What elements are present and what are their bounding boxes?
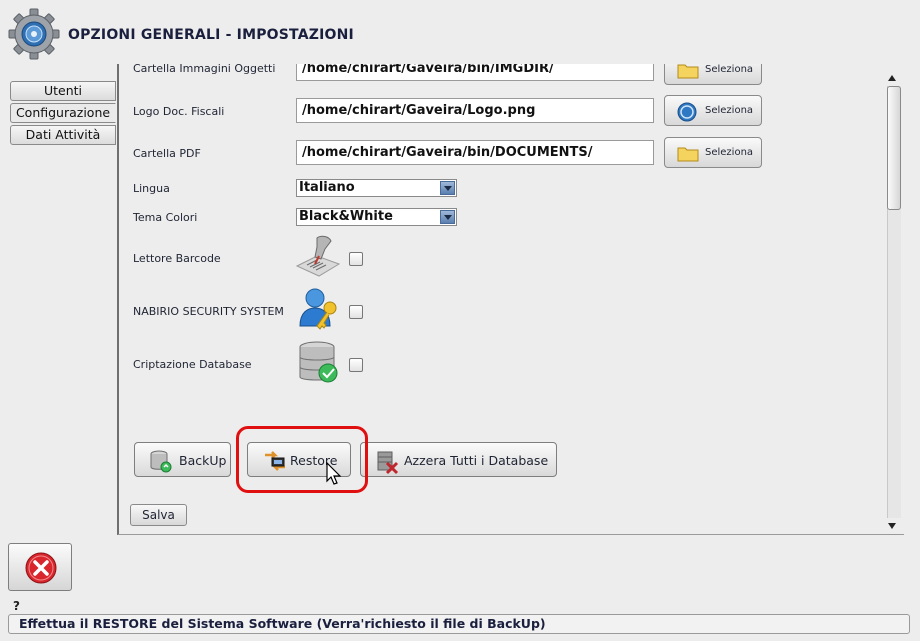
close-icon	[25, 552, 57, 587]
database-backup-icon	[149, 449, 173, 476]
select-button-label: Seleziona	[705, 64, 754, 75]
pdf-folder-field[interactable]: /home/chirart/Gaveira/bin/DOCUMENTS/	[296, 140, 654, 165]
theme-value: Black&White	[299, 209, 393, 224]
database-encryption-label: Criptazione Database	[133, 358, 252, 371]
tab-utenti[interactable]: Utenti	[10, 81, 116, 101]
pdf-folder-select-button[interactable]: Seleziona	[664, 137, 762, 168]
database-encryption-checkbox[interactable]	[349, 358, 363, 372]
barcode-reader-icon	[295, 234, 341, 281]
logo-path-field[interactable]: /home/chirart/Gaveira/Logo.png	[296, 98, 654, 123]
folder-icon	[677, 144, 699, 165]
images-folder-field[interactable]: /home/chirart/Gaveira/bin/IMGDIR/	[296, 64, 654, 81]
images-folder-select-button[interactable]: Seleziona	[664, 64, 762, 85]
help-marker: ?	[13, 599, 20, 613]
chevron-down-icon[interactable]	[440, 210, 455, 224]
logo-select-button[interactable]: Seleziona	[664, 95, 762, 126]
security-system-label: NABIRIO SECURITY SYSTEM	[133, 305, 284, 318]
backup-button[interactable]: BackUp	[134, 442, 231, 477]
close-button[interactable]	[8, 543, 72, 591]
select-button-label: Seleziona	[705, 105, 754, 116]
pdf-folder-label: Cartella PDF	[133, 147, 201, 160]
vertical-scrollbar[interactable]	[884, 70, 902, 535]
security-system-checkbox[interactable]	[349, 305, 363, 319]
folder-icon	[677, 64, 699, 82]
barcode-checkbox[interactable]	[349, 252, 363, 266]
user-key-icon	[297, 286, 341, 335]
database-delete-icon	[375, 449, 401, 478]
scroll-down-arrow-icon[interactable]	[886, 520, 898, 532]
mouse-cursor-icon	[326, 461, 342, 489]
restore-highlight-annotation	[236, 426, 368, 493]
logo-icon	[677, 102, 697, 125]
language-select[interactable]: Italiano	[296, 179, 457, 197]
scroll-up-arrow-icon[interactable]	[886, 72, 898, 84]
barcode-label: Lettore Barcode	[133, 252, 221, 265]
images-folder-label: Cartella Immagini Oggetti	[133, 64, 276, 75]
theme-select[interactable]: Black&White	[296, 208, 457, 226]
tab-configurazione[interactable]: Configurazione	[10, 103, 116, 123]
select-button-label: Seleziona	[705, 147, 754, 158]
theme-label: Tema Colori	[133, 211, 198, 224]
status-bar: Effettua il RESTORE del Sistema Software…	[8, 614, 910, 634]
settings-gear-icon	[8, 8, 60, 60]
language-value: Italiano	[299, 180, 355, 195]
language-label: Lingua	[133, 182, 170, 195]
tab-dati-attivita[interactable]: Dati Attività	[10, 125, 116, 145]
logo-label: Logo Doc. Fiscali	[133, 105, 225, 118]
database-shield-icon	[297, 340, 341, 389]
window-title: OPZIONI GENERALI - IMPOSTAZIONI	[68, 27, 354, 43]
reset-databases-button[interactable]: Azzera Tutti i Database	[360, 442, 557, 477]
chevron-down-icon[interactable]	[440, 181, 455, 195]
backup-button-label: BackUp	[179, 453, 227, 468]
scroll-thumb[interactable]	[887, 86, 901, 210]
reset-databases-button-label: Azzera Tutti i Database	[404, 453, 549, 468]
save-button[interactable]: Salva	[130, 504, 187, 526]
